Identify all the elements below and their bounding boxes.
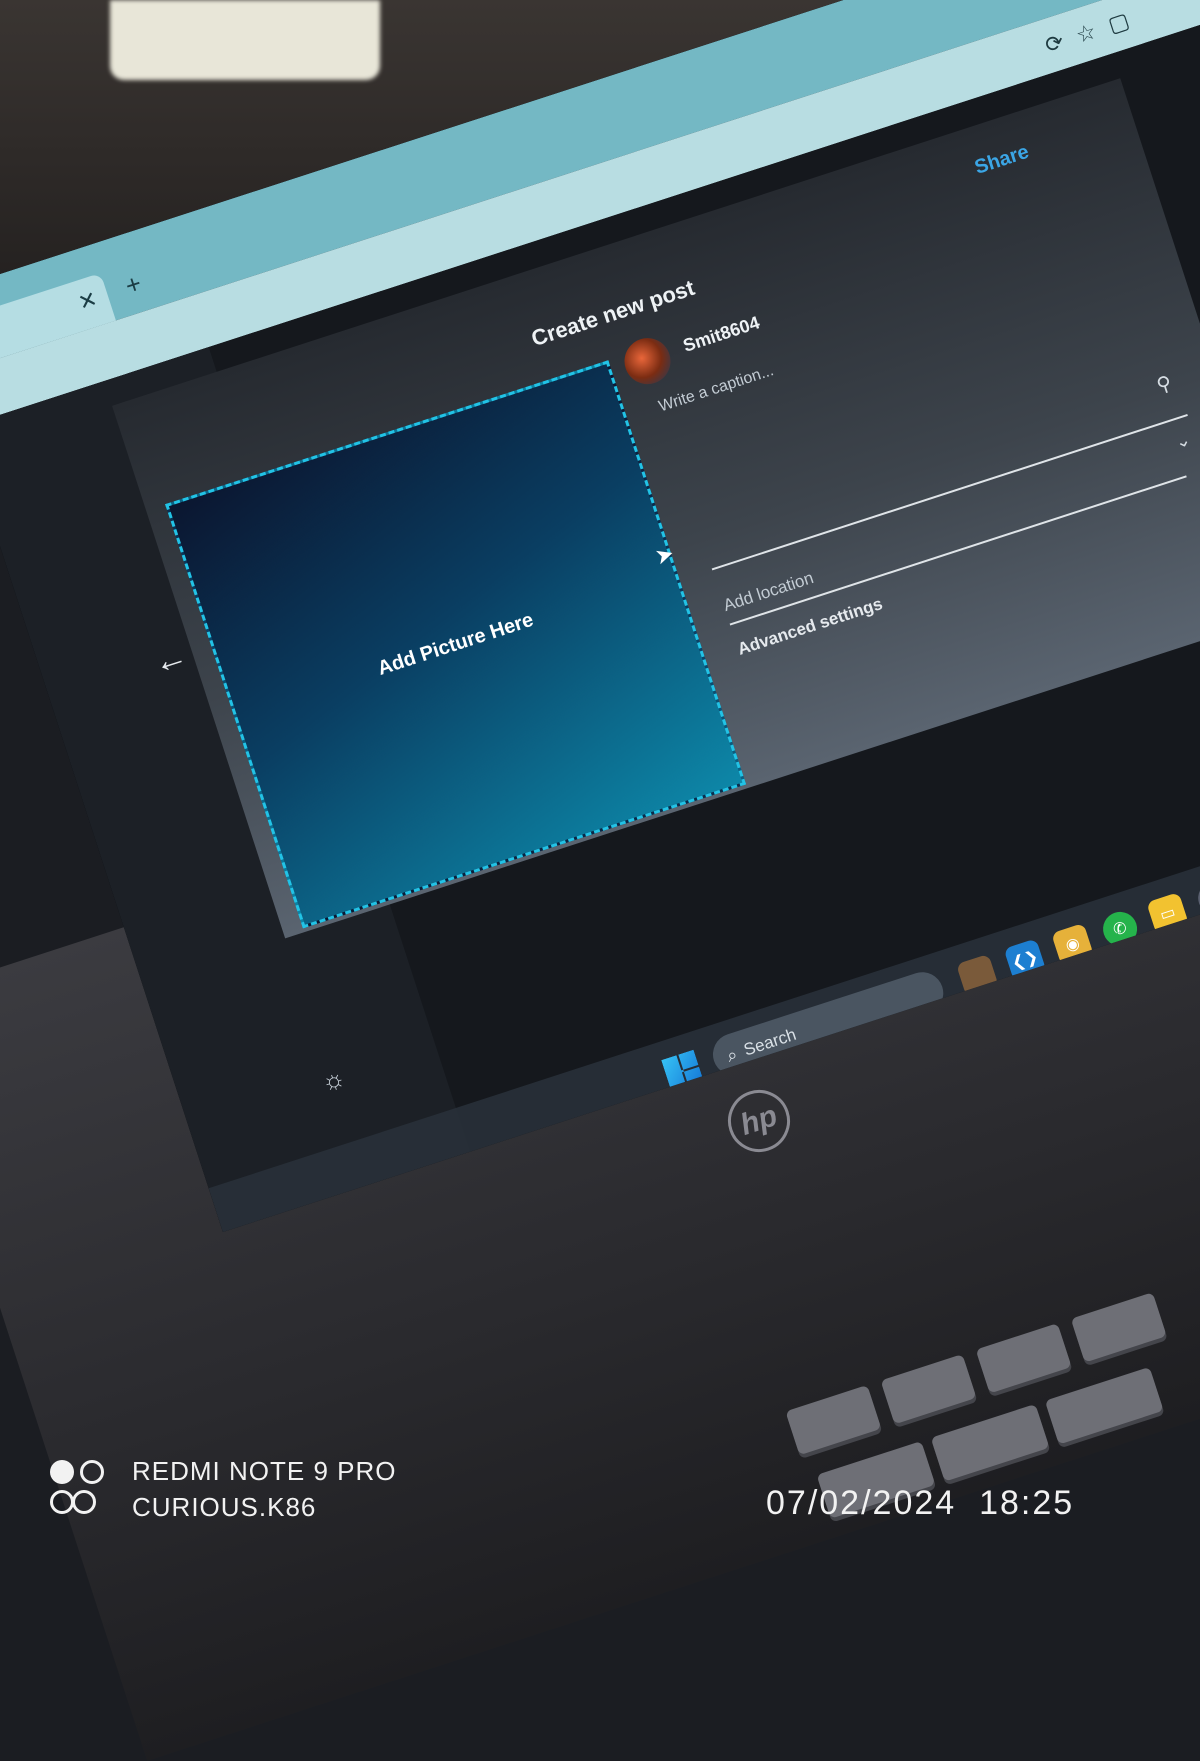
time-label: 18:25 <box>979 1484 1075 1522</box>
key <box>930 1403 1050 1482</box>
date-label: 07/02/2024 <box>766 1484 957 1522</box>
datestamp: 07/02/2024 18:25 <box>766 1484 1074 1523</box>
divider <box>711 413 1188 571</box>
key <box>1044 1366 1164 1445</box>
media-player-icon[interactable]: ▶ <box>1193 876 1200 920</box>
search-icon: ⌕ <box>724 1043 740 1066</box>
plus-icon[interactable]: + <box>121 268 145 302</box>
share-button[interactable]: Share <box>972 141 1032 180</box>
device-label: REDMI NOTE 9 PRO <box>132 1456 397 1486</box>
chevron-down-icon[interactable]: ⌄ <box>1173 429 1194 454</box>
location-input[interactable]: Add location <box>721 568 816 616</box>
username: Smit8604 <box>680 312 762 356</box>
user-label: CURIOUS.K86 <box>132 1492 317 1522</box>
lamp <box>110 0 380 80</box>
dropzone-label: Add Picture Here <box>374 608 537 680</box>
divider <box>729 475 1187 626</box>
avatar <box>618 332 677 391</box>
map-pin-icon: ⚲ <box>1154 371 1175 398</box>
caption-input[interactable]: Write a caption... <box>657 362 776 416</box>
camera-logo <box>50 1460 110 1524</box>
post-details-pane: Smit8604 Write a caption... ⚲ Add locati… <box>618 186 1200 727</box>
